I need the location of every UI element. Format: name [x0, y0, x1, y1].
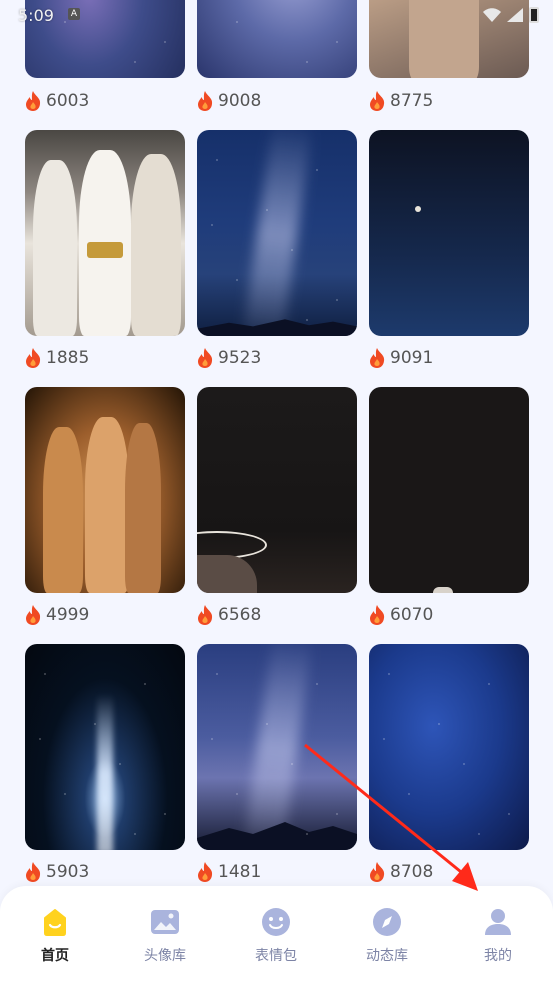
home-icon	[44, 909, 66, 936]
image-icon	[151, 910, 179, 934]
user-icon	[485, 909, 511, 935]
popularity-stat: 6568	[196, 602, 261, 628]
wallpaper-card[interactable]	[25, 130, 185, 336]
flame-icon	[370, 91, 385, 111]
bottom-tab-bar: 首页 头像库 表情包 动态库 我的	[0, 886, 553, 984]
flame-icon	[26, 348, 41, 368]
tab-home[interactable]: 首页	[15, 906, 95, 966]
tab-home-label: 首页	[41, 948, 69, 964]
popularity-stat: 5903	[24, 859, 89, 885]
popularity-count: 9091	[390, 348, 434, 368]
flame-icon	[26, 605, 41, 625]
popularity-stat: 1885	[24, 345, 89, 371]
flame-icon	[370, 348, 385, 368]
flame-icon	[26, 862, 41, 882]
wallpaper-thumbnail[interactable]	[197, 130, 357, 336]
flame-icon	[198, 91, 213, 111]
flame-icon	[198, 862, 213, 882]
battery-icon	[529, 7, 539, 23]
wallpaper-thumbnail[interactable]	[197, 387, 357, 593]
flame-icon	[370, 605, 385, 625]
status-bar: 5:09 A	[0, 0, 553, 34]
wallpaper-card[interactable]	[25, 644, 185, 850]
wallpaper-thumbnail[interactable]	[25, 387, 185, 593]
popularity-count: 1481	[218, 862, 262, 882]
popularity-stat: 9008	[196, 88, 261, 114]
popularity-count: 8775	[390, 91, 434, 111]
wallpaper-thumbnail[interactable]	[25, 130, 185, 336]
wallpaper-thumbnail[interactable]	[25, 644, 185, 850]
wallpaper-card[interactable]	[197, 387, 357, 593]
popularity-count: 6568	[218, 605, 262, 625]
smiley-icon	[262, 908, 290, 936]
popularity-stat: 9523	[196, 345, 261, 371]
flame-icon	[198, 605, 213, 625]
popularity-stat: 1481	[196, 859, 261, 885]
flame-icon	[198, 348, 213, 368]
flame-icon	[370, 862, 385, 882]
wallpaper-card[interactable]	[197, 130, 357, 336]
tab-avatar-library[interactable]: 头像库	[125, 906, 205, 966]
wallpaper-card[interactable]	[369, 387, 529, 593]
flame-icon	[26, 91, 41, 111]
popularity-stat: 8775	[368, 88, 433, 114]
tab-dynamic-library-label: 动态库	[366, 948, 408, 964]
signal-icon	[507, 8, 523, 22]
popularity-count: 1885	[46, 348, 90, 368]
wallpaper-card[interactable]	[197, 644, 357, 850]
popularity-stat: 6003	[24, 88, 89, 114]
wallpaper-thumbnail[interactable]	[369, 130, 529, 336]
popularity-count: 5903	[46, 862, 90, 882]
status-time: 5:09	[18, 6, 54, 25]
wallpaper-thumbnail[interactable]	[369, 644, 529, 850]
popularity-stat: 4999	[24, 602, 89, 628]
popularity-count: 9523	[218, 348, 262, 368]
wallpaper-card[interactable]	[369, 644, 529, 850]
popularity-count: 8708	[390, 862, 434, 882]
popularity-count: 6003	[46, 91, 90, 111]
notification-a-icon: A	[68, 8, 80, 20]
popularity-count: 9008	[218, 91, 262, 111]
tab-dynamic-library[interactable]: 动态库	[347, 906, 427, 966]
tab-me[interactable]: 我的	[458, 906, 538, 966]
wallpaper-grid: 6003 9008 8775 1885 9523 9091 4999 6568 …	[0, 0, 553, 888]
wallpaper-thumbnail[interactable]	[197, 644, 357, 850]
tab-stickers-label: 表情包	[255, 948, 297, 964]
popularity-count: 4999	[46, 605, 90, 625]
wallpaper-card[interactable]	[25, 387, 185, 593]
status-icons	[483, 7, 539, 23]
wallpaper-thumbnail[interactable]	[369, 387, 529, 593]
compass-icon	[373, 908, 401, 936]
tab-me-label: 我的	[484, 948, 512, 964]
tab-avatar-library-label: 头像库	[144, 948, 186, 964]
popularity-count: 6070	[390, 605, 434, 625]
popularity-stat: 6070	[368, 602, 433, 628]
popularity-stat: 9091	[368, 345, 433, 371]
wifi-icon	[483, 8, 501, 22]
tab-stickers[interactable]: 表情包	[236, 906, 316, 966]
wallpaper-card[interactable]	[369, 130, 529, 336]
popularity-stat: 8708	[368, 859, 433, 885]
